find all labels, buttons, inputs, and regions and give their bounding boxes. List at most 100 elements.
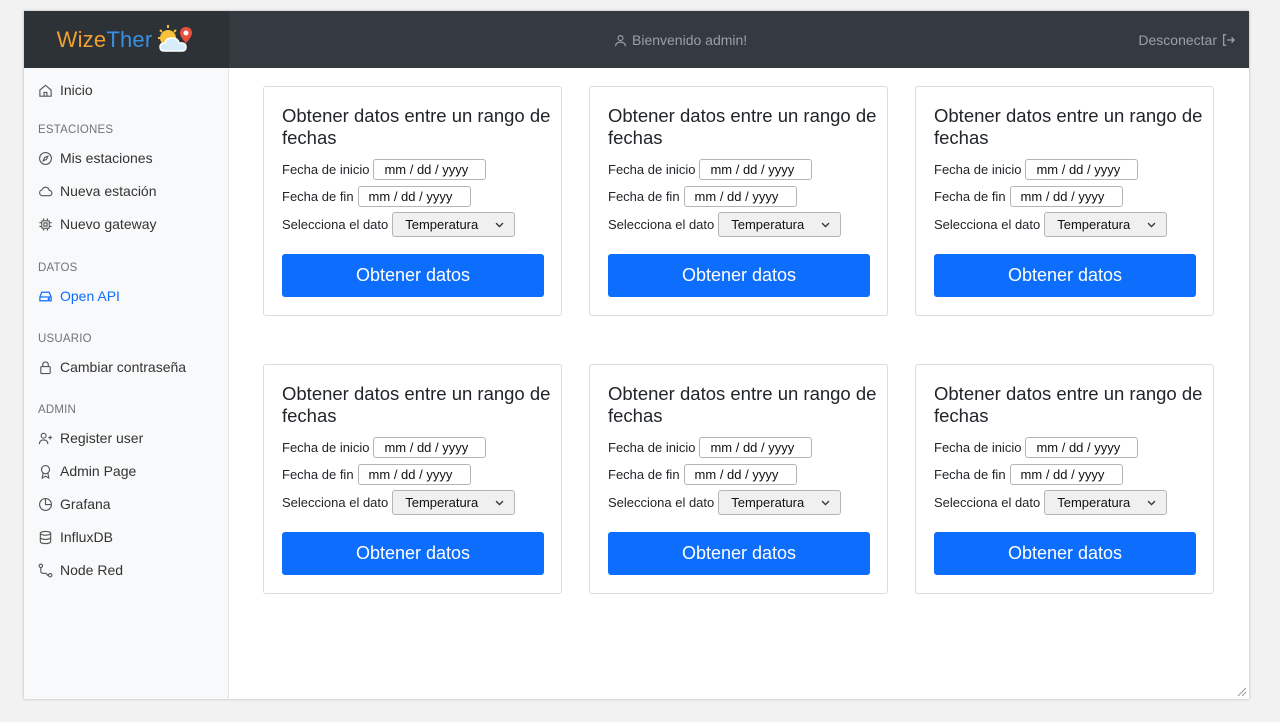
date-range-card: Obtener datos entre un rango de fechas F… [589, 364, 888, 594]
sidebar: Inicio ESTACIONES Mis estaciones Nueva e… [24, 68, 229, 699]
start-date-input[interactable]: mm / dd / yyyy [373, 159, 487, 180]
card-title: Obtener datos entre un rango de fechas [608, 383, 877, 426]
sidebar-item-mis-estaciones[interactable]: Mis estaciones [38, 147, 153, 169]
data-select-row: Selecciona el dato Temperatura [934, 490, 1168, 515]
sidebar-item-label: Nueva estación [60, 183, 157, 199]
sidebar-item-label: Open API [60, 288, 120, 304]
brand-logo[interactable]: WizeTher [24, 11, 229, 68]
section-heading-estaciones: ESTACIONES [38, 124, 114, 136]
chevron-down-icon [821, 222, 830, 228]
data-type-select[interactable]: Temperatura [718, 490, 842, 515]
data-type-select[interactable]: Temperatura [718, 212, 842, 237]
end-date-input[interactable]: mm / dd / yyyy [683, 464, 797, 485]
sidebar-item-nueva-estacion[interactable]: Nueva estación [38, 180, 157, 202]
brand-name-part1: Wize [56, 26, 107, 52]
cloud-icon [39, 186, 53, 196]
section-heading-usuario: USUARIO [38, 333, 92, 345]
start-date-label: Fecha de inicio [934, 162, 1022, 177]
sidebar-item-node-red[interactable]: Node Red [38, 559, 123, 581]
sidebar-item-register-user[interactable]: Register user [38, 427, 143, 449]
lock-icon [40, 360, 51, 374]
end-date-input[interactable]: mm / dd / yyyy [357, 464, 471, 485]
pie-chart-icon [39, 497, 52, 511]
end-date-label: Fecha de fin [608, 189, 680, 204]
sidebar-item-admin-page[interactable]: Admin Page [38, 460, 136, 482]
data-type-select[interactable]: Temperatura [392, 212, 516, 237]
sidebar-item-label: Inicio [60, 82, 93, 98]
section-heading-datos: DATOS [38, 262, 78, 274]
compass-icon [39, 151, 52, 165]
get-data-button[interactable]: Obtener datos [934, 254, 1196, 297]
date-range-card: Obtener datos entre un rango de fechas F… [915, 364, 1214, 594]
sidebar-item-open-api[interactable]: Open API [38, 285, 120, 307]
sidebar-item-nuevo-gateway[interactable]: Nuevo gateway [38, 213, 157, 235]
end-date-label: Fecha de fin [934, 467, 1006, 482]
get-data-button[interactable]: Obtener datos [934, 532, 1196, 575]
start-date-label: Fecha de inicio [608, 440, 696, 455]
chevron-down-icon [1147, 500, 1156, 506]
start-date-label: Fecha de inicio [608, 162, 696, 177]
card-title: Obtener datos entre un rango de fechas [282, 105, 551, 148]
logout-link[interactable]: Desconectar [1138, 30, 1235, 50]
sidebar-item-label: Admin Page [60, 463, 137, 479]
data-select-row: Selecciona el dato Temperatura [934, 212, 1168, 237]
logout-icon [1222, 34, 1235, 46]
welcome-text: Bienvenido admin! [632, 32, 748, 48]
sidebar-item-influxdb[interactable]: InfluxDB [38, 526, 113, 548]
start-date-input[interactable]: mm / dd / yyyy [699, 437, 813, 458]
sidebar-item-label: Nuevo gateway [60, 216, 157, 232]
sidebar-item-label: Register user [60, 430, 144, 446]
date-range-card: Obtener datos entre un rango de fechas F… [915, 86, 1214, 316]
end-date-input[interactable]: mm / dd / yyyy [683, 186, 797, 207]
weather-logo-icon [158, 24, 193, 52]
resize-grip-icon[interactable] [1237, 687, 1247, 697]
data-select-label: Selecciona el dato [608, 217, 715, 232]
data-type-select[interactable]: Temperatura [1044, 212, 1168, 237]
drive-icon [39, 291, 52, 301]
start-date-row: Fecha de inicio mm / dd / yyyy [934, 159, 1139, 180]
start-date-input[interactable]: mm / dd / yyyy [1025, 159, 1139, 180]
start-date-input[interactable]: mm / dd / yyyy [699, 159, 813, 180]
data-select-label: Selecciona el dato [608, 495, 715, 510]
get-data-button[interactable]: Obtener datos [282, 532, 544, 575]
date-range-card: Obtener datos entre un rango de fechas F… [263, 364, 562, 594]
data-type-value: Temperatura [731, 217, 805, 232]
sidebar-item-label: Cambiar contraseña [60, 359, 187, 375]
sidebar-item-grafana[interactable]: Grafana [38, 493, 111, 515]
chevron-down-icon [821, 500, 830, 506]
sidebar-item-inicio[interactable]: Inicio [38, 79, 93, 101]
logout-label: Desconectar [1138, 32, 1217, 48]
end-date-label: Fecha de fin [282, 467, 354, 482]
start-date-input[interactable]: mm / dd / yyyy [1025, 437, 1139, 458]
end-date-label: Fecha de fin [608, 467, 680, 482]
chip-icon [39, 217, 52, 231]
date-range-card: Obtener datos entre un rango de fechas F… [263, 86, 562, 316]
end-date-input[interactable]: mm / dd / yyyy [1009, 186, 1123, 207]
get-data-button[interactable]: Obtener datos [282, 254, 544, 297]
home-icon [39, 84, 52, 97]
end-date-input[interactable]: mm / dd / yyyy [1009, 464, 1123, 485]
sidebar-item-cambiar-contrasena[interactable]: Cambiar contraseña [38, 356, 186, 378]
get-data-button[interactable]: Obtener datos [608, 254, 870, 297]
data-select-row: Selecciona el dato Temperatura [608, 212, 842, 237]
user-plus-icon [38, 432, 53, 444]
data-select-row: Selecciona el dato Temperatura [608, 490, 842, 515]
data-type-select[interactable]: Temperatura [1044, 490, 1168, 515]
app-window: WizeTher Bienvenido admin! Desconectar I… [24, 11, 1249, 699]
get-data-button[interactable]: Obtener datos [608, 532, 870, 575]
welcome-message: Bienvenido admin! [614, 30, 747, 50]
start-date-label: Fecha de inicio [282, 440, 370, 455]
start-date-input[interactable]: mm / dd / yyyy [373, 437, 487, 458]
end-date-row: Fecha de fin mm / dd / yyyy [934, 186, 1123, 207]
end-date-input[interactable]: mm / dd / yyyy [357, 186, 471, 207]
data-type-select[interactable]: Temperatura [392, 490, 516, 515]
data-select-label: Selecciona el dato [282, 495, 389, 510]
user-icon [615, 34, 626, 46]
start-date-row: Fecha de inicio mm / dd / yyyy [608, 437, 813, 458]
start-date-row: Fecha de inicio mm / dd / yyyy [282, 437, 487, 458]
data-type-value: Temperatura [405, 495, 479, 510]
start-date-row: Fecha de inicio mm / dd / yyyy [608, 159, 813, 180]
sidebar-item-label: Grafana [60, 496, 111, 512]
end-date-row: Fecha de fin mm / dd / yyyy [934, 464, 1123, 485]
data-select-row: Selecciona el dato Temperatura [282, 490, 516, 515]
